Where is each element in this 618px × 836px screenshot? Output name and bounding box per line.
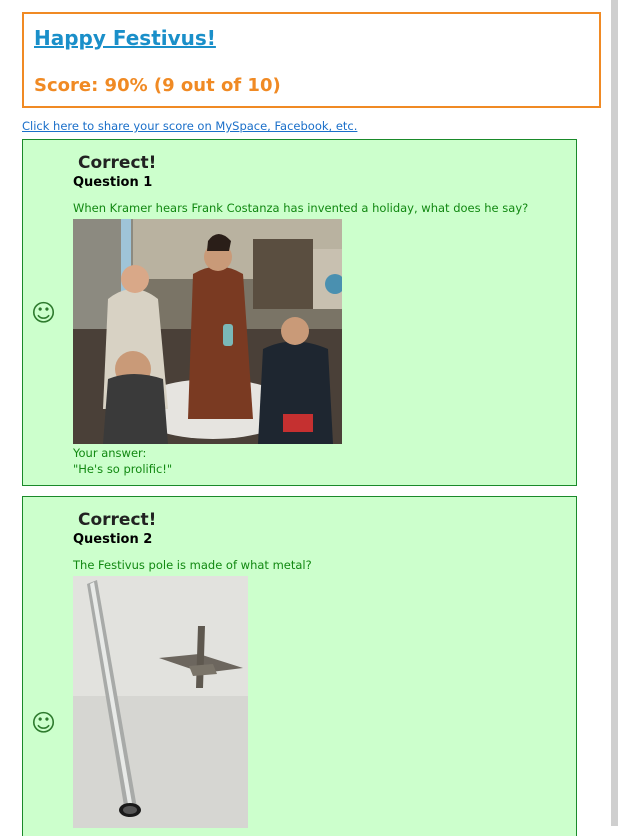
smiley-icon: ☺ xyxy=(31,299,57,327)
answer-label: Your answer: xyxy=(73,446,147,460)
question-text: When Kramer hears Frank Costanza has inv… xyxy=(73,201,529,215)
aluminum-pole-and-stand-photo xyxy=(73,576,248,828)
page-title-link[interactable]: Happy Festivus! xyxy=(34,26,216,50)
scrollbar[interactable] xyxy=(611,0,618,826)
share-score-link[interactable]: Click here to share your score on MySpac… xyxy=(22,119,357,133)
question-number: Question 2 xyxy=(73,532,153,547)
seinfeld-diner-scene-photo xyxy=(73,219,342,444)
question-text: The Festivus pole is made of what metal? xyxy=(73,558,312,572)
smiley-icon: ☺ xyxy=(31,709,57,737)
score-header: Happy Festivus! Score: 90% (9 out of 10) xyxy=(22,12,601,108)
score-text: Score: 90% (9 out of 10) xyxy=(34,75,281,96)
question-card-2: ☺ Correct! Question 2 The Festivus pole … xyxy=(22,496,577,836)
answer-text: "He's so prolific!" xyxy=(73,462,173,476)
verdict-label: Correct! xyxy=(78,510,157,530)
question-number: Question 1 xyxy=(73,175,153,190)
verdict-label: Correct! xyxy=(78,153,157,173)
question-card-1: ☺ Correct! Question 1 When Kramer hears … xyxy=(22,139,577,486)
